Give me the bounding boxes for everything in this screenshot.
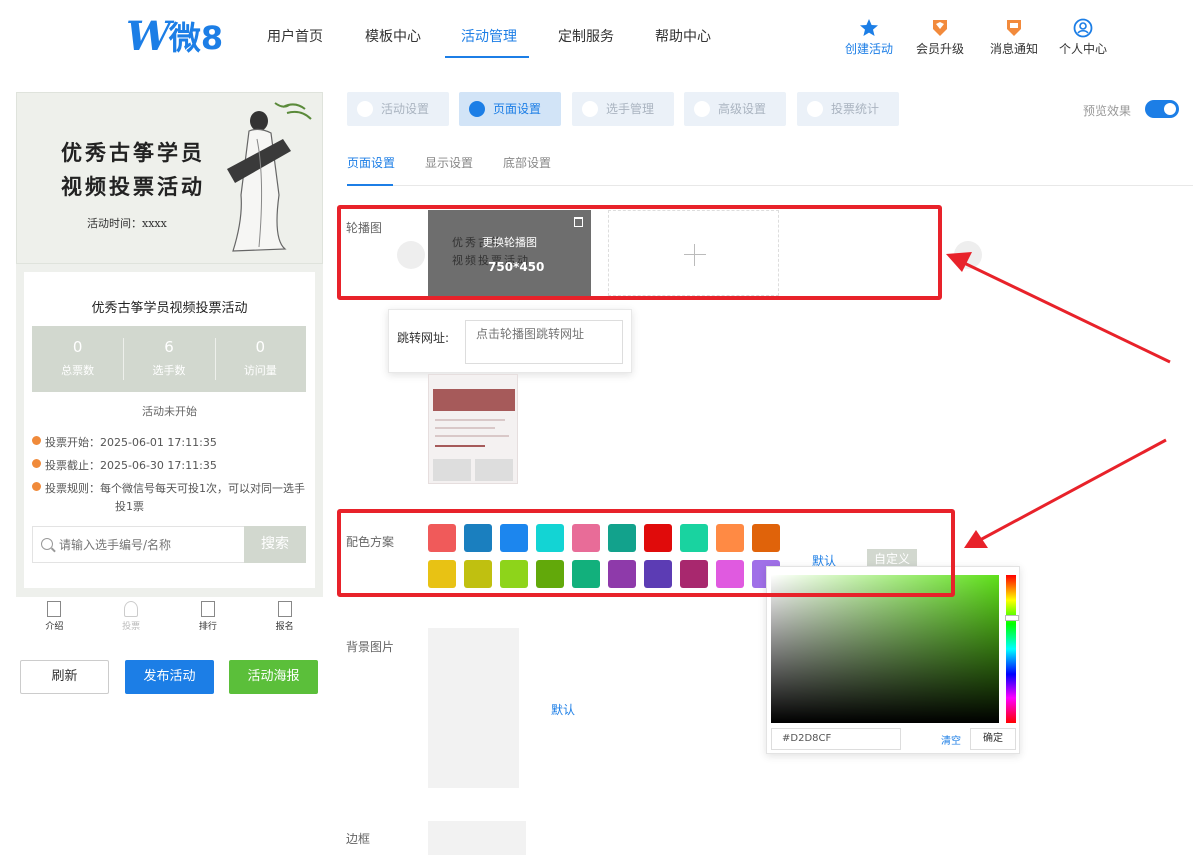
annotation-arrows	[946, 252, 1171, 548]
arrow-head	[946, 252, 972, 272]
arrow-to-color-scheme	[979, 438, 1167, 542]
arrow-to-carousel	[961, 260, 1171, 364]
